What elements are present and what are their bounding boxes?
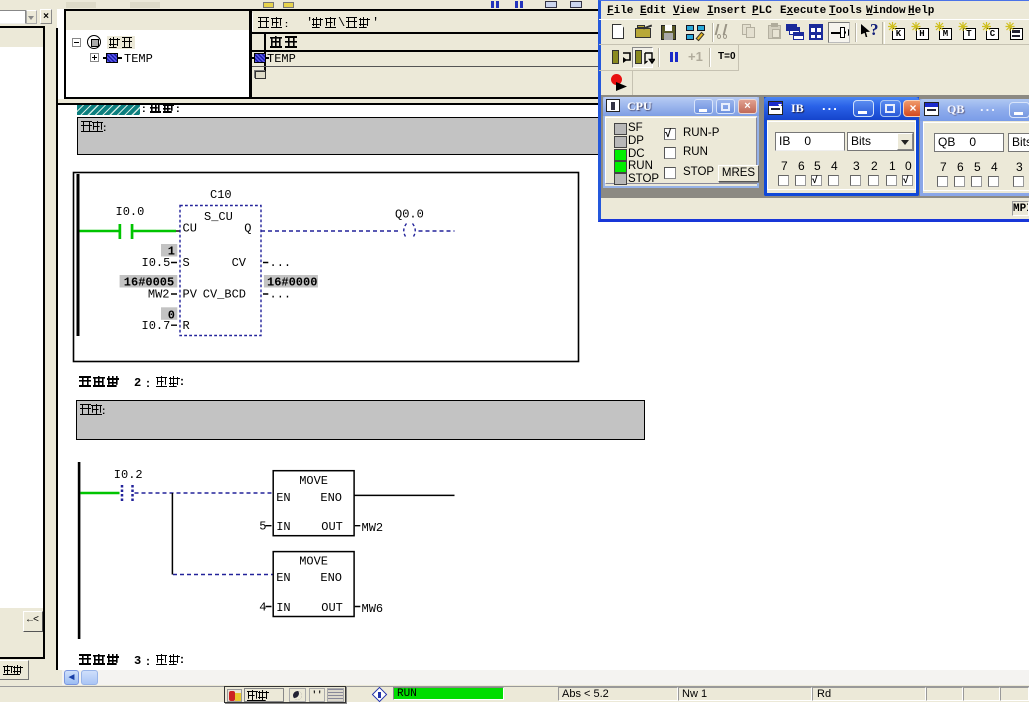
svg-text:IN: IN [276, 601, 290, 615]
svg-text:I0.0: I0.0 [116, 205, 145, 219]
svg-text:MOVE: MOVE [299, 474, 328, 488]
svg-text:Q: Q [244, 222, 251, 236]
svg-text:ENO: ENO [320, 491, 342, 505]
svg-text:I0.5: I0.5 [142, 256, 171, 270]
svg-text:S_CU: S_CU [204, 210, 233, 224]
svg-text:...: ... [270, 256, 292, 270]
svg-text:IN: IN [276, 520, 290, 534]
svg-text:Q0.0: Q0.0 [395, 208, 424, 222]
svg-text:I0.2: I0.2 [114, 468, 143, 482]
svg-text:MW2: MW2 [362, 521, 384, 535]
svg-text:5: 5 [259, 520, 266, 534]
svg-text:CV_BCD: CV_BCD [203, 288, 246, 302]
svg-text:...: ... [270, 288, 292, 302]
svg-text:I0.7: I0.7 [142, 319, 171, 333]
svg-text:CV: CV [232, 256, 247, 270]
svg-text:PV: PV [183, 288, 198, 302]
svg-text:4: 4 [259, 601, 266, 615]
svg-text:MW2: MW2 [148, 288, 170, 302]
svg-text:ENO: ENO [320, 571, 342, 585]
svg-text:MW6: MW6 [362, 602, 384, 616]
svg-text:MOVE: MOVE [299, 555, 328, 569]
svg-text:S: S [183, 256, 190, 270]
svg-text:EN: EN [276, 571, 290, 585]
svg-text:C10: C10 [210, 188, 232, 202]
svg-text:R: R [183, 319, 190, 333]
svg-text:EN: EN [276, 491, 290, 505]
svg-text:CU: CU [183, 222, 197, 236]
svg-text:OUT: OUT [321, 601, 343, 615]
svg-text:OUT: OUT [321, 520, 343, 534]
